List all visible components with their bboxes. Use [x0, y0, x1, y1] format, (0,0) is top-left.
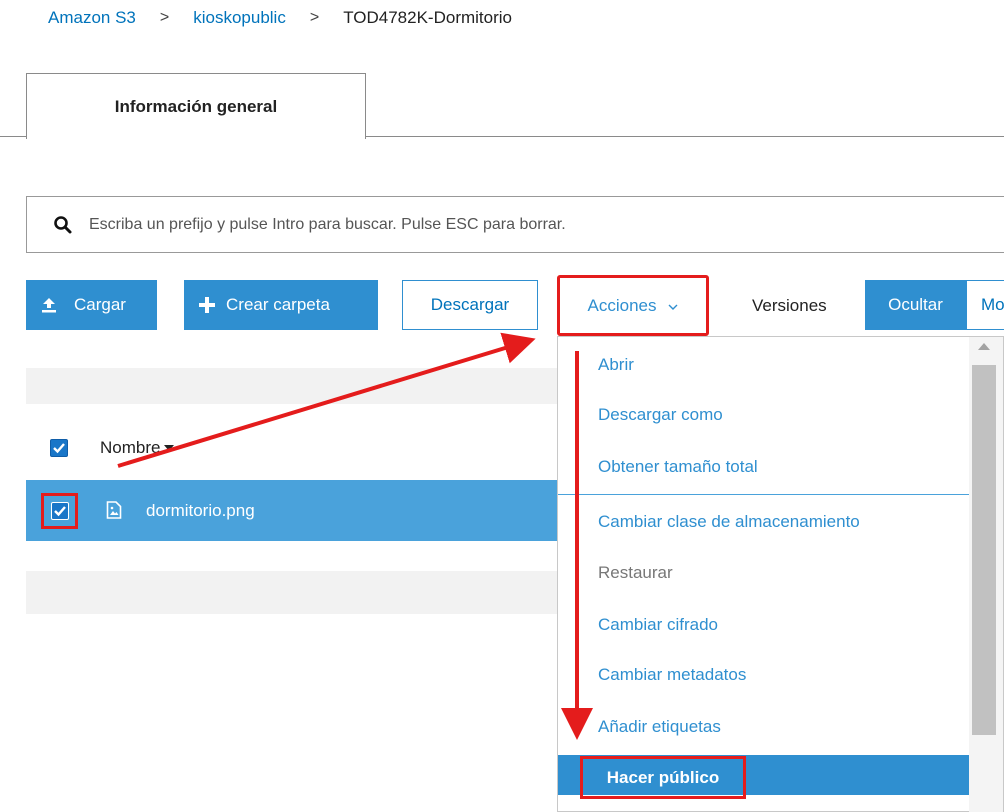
breadcrumb-separator: >	[309, 9, 320, 26]
create-folder-button[interactable]: Crear carpeta	[184, 280, 378, 330]
menu-item-cambiar-clase-almacenamiento[interactable]: Cambiar clase de almacenamiento	[598, 512, 860, 532]
table-toolbar-band	[26, 368, 557, 404]
upload-label: Cargar	[74, 295, 126, 314]
search-bar	[26, 196, 1004, 253]
select-all-checkbox[interactable]	[50, 439, 68, 457]
plus-icon	[198, 296, 216, 314]
menu-item-cambiar-cifrado[interactable]: Cambiar cifrado	[598, 615, 718, 635]
sort-desc-icon[interactable]	[164, 444, 175, 452]
menu-item-obtener-tamano-total[interactable]: Obtener tamaño total	[598, 457, 758, 477]
breadcrumb: Amazon S3 > kioskopublic > TOD4782K-Dorm…	[48, 8, 512, 28]
image-file-icon	[106, 501, 122, 519]
versions-label: Versiones	[752, 296, 827, 315]
breadcrumb-amazon-s3[interactable]: Amazon S3	[48, 8, 136, 28]
show-versions-toggle[interactable]: Mo	[966, 280, 1004, 330]
menu-item-abrir[interactable]: Abrir	[598, 355, 634, 375]
upload-button[interactable]: Cargar	[26, 280, 157, 330]
download-label: Descargar	[430, 295, 510, 314]
file-name[interactable]: dormitorio.png	[146, 501, 255, 521]
chevron-down-icon	[668, 298, 678, 314]
scrollbar-thumb[interactable]	[972, 365, 996, 735]
menu-item-restaurar: Restaurar	[598, 563, 673, 582]
menu-item-descargar-como[interactable]: Descargar como	[598, 405, 723, 425]
scroll-up-arrow-icon[interactable]	[978, 343, 990, 350]
table-header: Nombre	[26, 418, 557, 478]
menu-divider	[558, 494, 970, 495]
search-input[interactable]	[89, 215, 889, 234]
menu-item-hacer-publico[interactable]: Hacer público	[580, 756, 746, 799]
table-row[interactable]: dormitorio.png	[26, 480, 557, 541]
upload-icon	[40, 296, 58, 314]
name-column-header[interactable]: Nombre	[100, 438, 160, 458]
actions-button[interactable]: Acciones	[557, 275, 709, 336]
search-icon	[53, 215, 73, 235]
menu-item-cambiar-metadatos[interactable]: Cambiar metadatos	[598, 665, 746, 685]
row-checkbox-annotation	[41, 493, 78, 529]
actions-label: Acciones	[587, 295, 657, 315]
hide-versions-toggle[interactable]: Ocultar	[865, 280, 966, 330]
breadcrumb-current-folder: TOD4782K-Dormitorio	[343, 8, 512, 27]
row-checkbox[interactable]	[50, 502, 69, 520]
create-folder-label: Crear carpeta	[226, 295, 330, 314]
tab-informacion-general[interactable]: Información general	[26, 73, 366, 139]
menu-item-anadir-etiquetas[interactable]: Añadir etiquetas	[598, 717, 721, 737]
breadcrumb-separator: >	[159, 9, 170, 26]
download-button[interactable]: Descargar	[402, 280, 538, 330]
actions-dropdown-menu: Abrir Descargar como Obtener tamaño tota…	[557, 336, 1004, 812]
breadcrumb-bucket[interactable]: kioskopublic	[193, 8, 286, 28]
menu-scrollbar[interactable]	[969, 337, 1003, 812]
table-footer-band	[26, 571, 557, 614]
